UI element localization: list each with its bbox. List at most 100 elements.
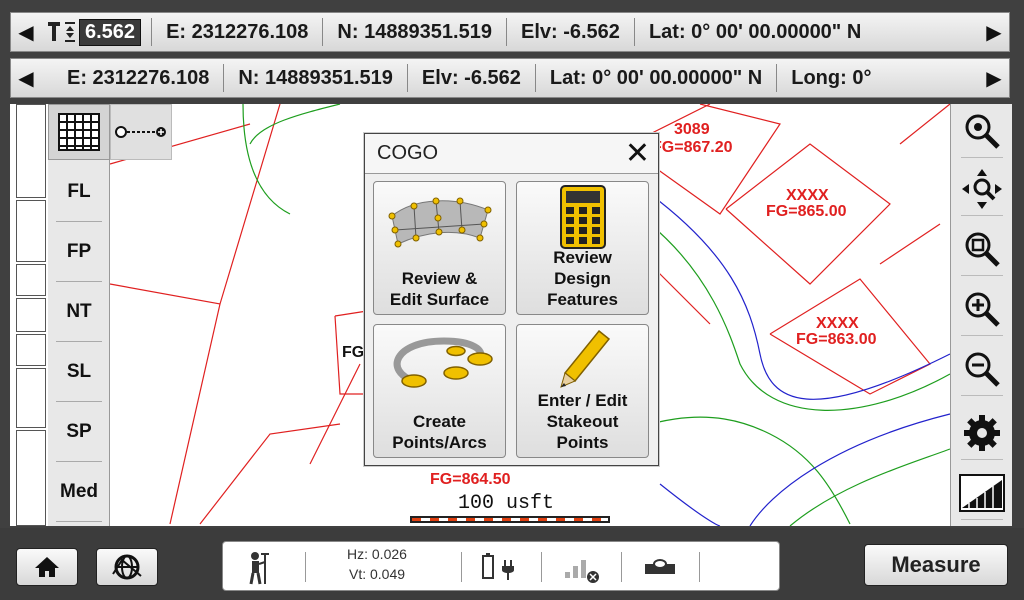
zoom-to-point-button[interactable] — [951, 104, 1012, 158]
home-icon — [35, 557, 59, 577]
tab-med[interactable]: Med — [48, 462, 110, 522]
tile-label: Review & Edit Surface — [389, 269, 490, 309]
settings-button[interactable] — [951, 406, 1012, 460]
home-button[interactable] — [16, 548, 78, 586]
pan-icon — [962, 169, 1002, 209]
scroll-right-arrow-icon[interactable]: ▶ — [979, 59, 1009, 97]
create-points-arcs-button[interactable]: Create Points/Arcs — [373, 324, 506, 458]
zoom-point-icon — [965, 114, 1000, 149]
dialog-title: COGO — [377, 142, 439, 164]
enter-edit-stakeout-points-button[interactable]: Enter / Edit Stakeout Points — [516, 324, 649, 458]
map-point-label: XXXX — [816, 315, 859, 332]
level-bubble-icon — [645, 559, 675, 574]
longitude-value: Long: 0° — [791, 66, 872, 89]
tab-label: NT — [66, 301, 92, 322]
divider — [621, 552, 622, 582]
profile-view-button[interactable] — [951, 466, 1012, 520]
profile-slope-icon — [959, 474, 1005, 512]
scale-bar: 100 usft — [408, 492, 614, 523]
cogo-dialog: COGO ✕ Review & Edit Surface Review Desi… — [364, 133, 659, 466]
tab-label: FP — [66, 241, 92, 262]
grid-view-button[interactable] — [48, 104, 110, 160]
left-blank-column — [10, 104, 48, 526]
grid-icon — [58, 113, 100, 151]
instrument-status-panel[interactable]: Hz: 0.026 Vt: 0.049 — [222, 541, 780, 591]
blank-slot[interactable] — [16, 200, 46, 262]
blank-slot[interactable] — [16, 430, 46, 526]
tab-label: FL — [67, 181, 91, 202]
map-grade-label: FG — [342, 344, 365, 361]
measure-button[interactable]: Measure — [864, 544, 1008, 586]
zoom-extents-icon — [965, 232, 1000, 267]
zoom-out-button[interactable] — [951, 342, 1012, 396]
map-point-label: 3089 — [674, 121, 710, 138]
map-grade-label: FG=864.50 — [430, 471, 511, 488]
easting-value: E: 2312276.108 — [166, 20, 309, 43]
latitude-value: Lat: 0° 00' 00.00000" N — [648, 20, 862, 43]
app-window: ◀ 6.562 E: 2312276.108 N: 14889351.519 E… — [0, 0, 1024, 600]
tile-label: Enter / Edit Stakeout Points — [537, 391, 628, 452]
dialog-header: COGO ✕ — [365, 134, 658, 174]
scroll-right-arrow-icon[interactable]: ▶ — [979, 13, 1009, 51]
surveyor-rod-icon — [249, 552, 269, 585]
scale-label: 100 usft — [458, 492, 555, 515]
map-grade-label: FG=865.00 — [766, 204, 847, 220]
scroll-left-arrow-icon[interactable]: ◀ — [11, 13, 41, 51]
scroll-left-arrow-icon[interactable]: ◀ — [11, 59, 41, 97]
divider — [541, 552, 542, 582]
tab-fp[interactable]: FP — [48, 222, 110, 282]
height-value[interactable]: 6.562 — [79, 18, 142, 46]
blank-slot[interactable] — [16, 264, 46, 296]
gear-icon — [964, 415, 1000, 451]
latitude-value: Lat: 0° 00' 00.00000" N — [549, 66, 763, 89]
zoom-in-icon — [965, 292, 1000, 327]
height-readout: 6.562 — [41, 18, 142, 46]
grade-value: FG=865.00 — [766, 203, 847, 220]
tab-fl[interactable]: FL — [48, 162, 110, 222]
pan-button[interactable] — [951, 162, 1012, 216]
easting-value: E: 2312276.108 — [67, 66, 210, 89]
linework-tool-button[interactable] — [110, 104, 172, 160]
divider — [699, 552, 700, 582]
northing-value: N: 14889351.519 — [238, 66, 393, 89]
map-grade-label: FG=863.00 — [796, 332, 877, 348]
divider — [461, 552, 462, 582]
blank-slot[interactable] — [16, 298, 46, 332]
tab-sp[interactable]: SP — [48, 402, 110, 462]
map-tools-panel — [950, 104, 1012, 526]
battery-power-icon — [482, 553, 514, 580]
points-arc-icon — [393, 337, 493, 388]
surface-mesh-icon — [388, 197, 491, 248]
layer-filter-panel: FL FP NT SL SP Med — [48, 104, 110, 526]
close-icon[interactable]: ✕ — [625, 138, 650, 169]
map-grade-label: FG=867.20 — [652, 140, 733, 156]
calculator-icon — [559, 185, 606, 249]
measure-label: Measure — [891, 552, 981, 577]
tab-label: SL — [66, 361, 92, 382]
bottom-toolbar: Hz: 0.026 Vt: 0.049 Measure — [0, 528, 1024, 600]
signal-disconnected-icon — [565, 560, 599, 583]
tab-sl[interactable]: SL — [48, 342, 110, 402]
tab-nt[interactable]: NT — [48, 282, 110, 342]
review-edit-surface-button[interactable]: Review & Edit Surface — [373, 181, 506, 315]
status-bar-top: ◀ 6.562 E: 2312276.108 N: 14889351.519 E… — [10, 12, 1010, 52]
tile-label: Review Design Features — [547, 248, 618, 309]
globe-logo-icon — [112, 554, 142, 580]
review-design-features-button[interactable]: Review Design Features — [516, 181, 649, 315]
zoom-in-button[interactable] — [951, 282, 1012, 336]
rod-height-icon — [48, 22, 75, 42]
blank-slot[interactable] — [16, 368, 46, 428]
vt-precision: Vt: 0.049 — [349, 566, 406, 582]
zoom-extents-button[interactable] — [951, 222, 1012, 276]
grade-value: FG=867.20 — [652, 139, 733, 156]
status-bar-second: ◀ E: 2312276.108 N: 14889351.519 Elv: -6… — [10, 58, 1010, 98]
tile-label: Create Points/Arcs — [392, 412, 487, 452]
app-menu-button[interactable] — [96, 548, 158, 586]
grade-value: FG=863.00 — [796, 331, 877, 348]
map-point-label: XXXX — [786, 187, 829, 204]
line-point-icon — [115, 126, 166, 138]
blank-slot[interactable] — [16, 104, 46, 198]
blank-slot[interactable] — [16, 334, 46, 366]
northing-value: N: 14889351.519 — [337, 20, 492, 43]
scale-ruler — [410, 516, 610, 523]
